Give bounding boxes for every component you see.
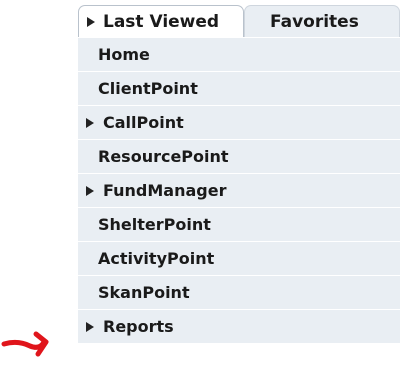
tab-strip: Last Viewed Favorites — [78, 5, 400, 37]
menu-item-label: CallPoint — [103, 113, 184, 132]
menu-item-label: ClientPoint — [98, 79, 198, 98]
menu-item-resourcepoint[interactable]: ResourcePoint — [78, 139, 400, 173]
menu-item-shelterpoint[interactable]: ShelterPoint — [78, 207, 400, 241]
menu-item-label: Home — [98, 45, 150, 64]
menu-item-reports[interactable]: Reports — [78, 309, 400, 343]
navigation-panel: Last Viewed Favorites Home ClientPoint C… — [0, 0, 414, 371]
triangle-right-icon — [86, 321, 94, 332]
tab-last-viewed[interactable]: Last Viewed — [78, 5, 244, 37]
menu-item-activitypoint[interactable]: ActivityPoint — [78, 241, 400, 275]
triangle-right-icon — [87, 16, 95, 27]
menu-item-skanpoint[interactable]: SkanPoint — [78, 275, 400, 309]
menu-item-label: Reports — [103, 317, 174, 336]
menu-item-fundmanager[interactable]: FundManager — [78, 173, 400, 207]
menu-item-label: ActivityPoint — [98, 249, 215, 268]
tab-label: Favorites — [270, 11, 359, 32]
menu-item-home[interactable]: Home — [78, 37, 400, 71]
menu-item-callpoint[interactable]: CallPoint — [78, 105, 400, 139]
menu-item-label: ShelterPoint — [98, 215, 211, 234]
menu-list: Home ClientPoint CallPoint ResourcePoint… — [78, 37, 400, 343]
red-arrow-icon — [1, 331, 49, 357]
triangle-right-icon — [86, 185, 94, 196]
tab-favorites[interactable]: Favorites — [244, 5, 400, 37]
menu-item-label: ResourcePoint — [98, 147, 229, 166]
menu-item-label: SkanPoint — [98, 283, 190, 302]
menu-item-label: FundManager — [103, 181, 227, 200]
menu-item-clientpoint[interactable]: ClientPoint — [78, 71, 400, 105]
tab-label: Last Viewed — [103, 11, 220, 32]
triangle-right-icon — [86, 117, 94, 128]
